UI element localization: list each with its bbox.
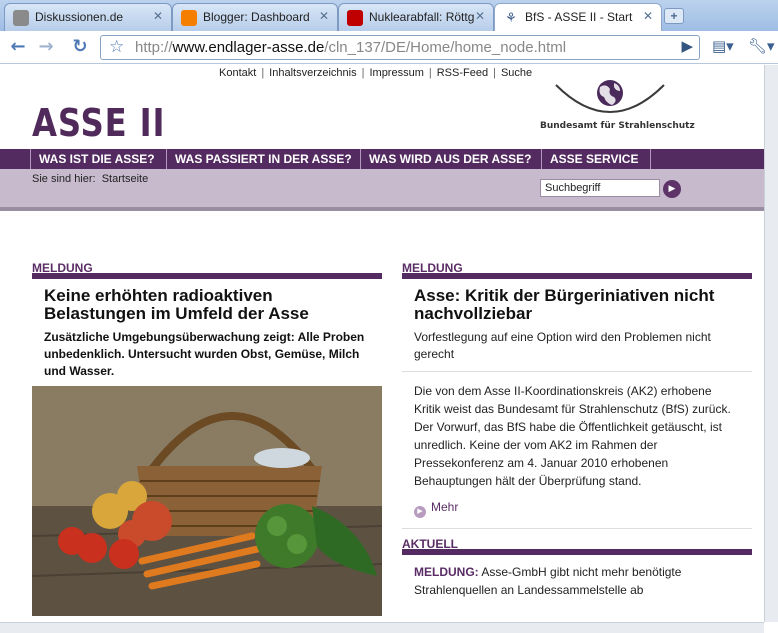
browser-tab-4[interactable]: ⚘ BfS - ASSE II - Start ✕ bbox=[494, 3, 662, 32]
tab-title: BfS - ASSE II - Start bbox=[525, 10, 633, 24]
more-link[interactable]: ▶ Mehr bbox=[402, 490, 752, 529]
news-teaser: Vorfestlegung auf eine Option wird den P… bbox=[402, 323, 752, 372]
meta-link-suche[interactable]: Suche bbox=[501, 67, 532, 79]
page-menu-icon[interactable]: ▤▾ bbox=[712, 37, 734, 55]
browser-toolbar: ← → ↻ ☆ http://www.endlager-asse.de/cln_… bbox=[0, 31, 778, 64]
blogger-icon bbox=[181, 10, 197, 26]
site-logo[interactable]: ASSE II bbox=[32, 101, 165, 145]
search-input[interactable]: Suchbegriff bbox=[540, 179, 660, 197]
close-tab-icon[interactable]: ✕ bbox=[643, 9, 653, 23]
nav-was-ist-die-asse[interactable]: WAS IST DIE ASSE? bbox=[30, 149, 165, 169]
search-submit-icon[interactable]: ▶ bbox=[663, 180, 681, 198]
left-news-column: MELDUNG Keine erhöhten radioaktiven Bela… bbox=[32, 261, 382, 616]
close-tab-icon[interactable]: ✕ bbox=[153, 9, 163, 23]
page-viewport: Kontakt | Inhaltsverzeichnis | Impressum | RSS… bbox=[0, 65, 764, 622]
tab-title: Diskussionen.de bbox=[35, 10, 124, 24]
browser-tab-3[interactable]: Nuklearabfall: Röttg ✕ bbox=[338, 3, 494, 31]
forward-icon[interactable]: → bbox=[34, 36, 58, 58]
browser-tab-strip: Diskussionen.de ✕ Blogger: Dashboard ✕ N… bbox=[0, 0, 778, 32]
go-icon[interactable]: ▶ bbox=[681, 37, 693, 55]
spon-icon bbox=[347, 10, 363, 26]
tab-title: Nuklearabfall: Röttg bbox=[369, 10, 475, 24]
feather-icon bbox=[13, 10, 29, 26]
news-body: Die von dem Asse II-Koordinationskreis (… bbox=[414, 384, 731, 488]
meta-link-impressum[interactable]: Impressum bbox=[369, 67, 423, 79]
aktuell-item[interactable]: MELDUNG: Asse-GmbH gibt nicht mehr benöt… bbox=[402, 555, 752, 599]
section-heading-meldung: MELDUNG bbox=[32, 261, 382, 279]
breadcrumb-bar: Sie sind hier: Startseite Suchbegriff ▶ bbox=[0, 169, 764, 211]
horizontal-scrollbar[interactable] bbox=[0, 622, 764, 633]
agency-name: Bundesamt für Strahlenschutz bbox=[540, 121, 695, 131]
browser-tab-1[interactable]: Diskussionen.de ✕ bbox=[4, 3, 172, 31]
nav-was-passiert[interactable]: WAS PASSIERT IN DER ASSE? bbox=[166, 149, 360, 169]
right-news-column: MELDUNG Asse: Kritik der Bürgeriniativen… bbox=[402, 261, 752, 599]
vertical-scrollbar[interactable] bbox=[764, 65, 778, 622]
url-prefix: http:// bbox=[135, 39, 173, 56]
wrench-icon[interactable]: 🔧︎▾ bbox=[748, 37, 775, 55]
section-heading-aktuell: AKTUELL bbox=[402, 537, 752, 555]
reload-icon[interactable]: ↻ bbox=[68, 36, 92, 58]
browser-tab-2[interactable]: Blogger: Dashboard ✕ bbox=[172, 3, 338, 31]
url-path: /cln_137/DE/Home/home_node.html bbox=[324, 39, 567, 56]
breadcrumb: Sie sind hier: Startseite bbox=[32, 173, 148, 185]
meta-link-rss[interactable]: RSS-Feed bbox=[437, 67, 488, 79]
more-label: Mehr bbox=[431, 500, 459, 514]
meta-link-inhaltsverzeichnis[interactable]: Inhaltsverzeichnis bbox=[269, 67, 356, 79]
meta-link-kontakt[interactable]: Kontakt bbox=[219, 67, 256, 79]
news-teaser: Zusätzliche Umgebungsüberwachung zeigt: … bbox=[44, 330, 365, 378]
bfs-icon: ⚘ bbox=[503, 10, 519, 26]
breadcrumb-current[interactable]: Startseite bbox=[102, 173, 148, 185]
meta-navigation: Kontakt | Inhaltsverzeichnis | Impressum | RSS… bbox=[219, 67, 533, 79]
close-tab-icon[interactable]: ✕ bbox=[475, 9, 485, 23]
arrow-circle-icon: ▶ bbox=[414, 506, 426, 518]
aktuell-label: MELDUNG: bbox=[414, 565, 479, 579]
bfs-globe-logo[interactable] bbox=[554, 79, 666, 119]
tab-title: Blogger: Dashboard bbox=[203, 10, 310, 24]
main-navigation: WAS IST DIE ASSE? WAS PASSIERT IN DER AS… bbox=[0, 149, 764, 169]
section-heading-meldung: MELDUNG bbox=[402, 261, 752, 279]
new-tab-button[interactable]: + bbox=[664, 8, 684, 24]
bookmark-star-icon[interactable]: ☆ bbox=[109, 37, 124, 57]
address-bar[interactable]: ☆ http://www.endlager-asse.de/cln_137/DE… bbox=[100, 35, 700, 60]
news-headline[interactable]: Asse: Kritik der Bürgeriniativen nicht n… bbox=[402, 279, 752, 323]
breadcrumb-label: Sie sind hier: bbox=[32, 173, 96, 185]
news-headline[interactable]: Keine erhöhten radioaktiven Belastungen … bbox=[32, 279, 382, 323]
url-host: www.endlager-asse.de bbox=[172, 39, 325, 56]
produce-basket-photo[interactable] bbox=[32, 386, 382, 616]
nav-asse-service[interactable]: ASSE SERVICE bbox=[541, 149, 651, 169]
nav-was-wird-aus[interactable]: WAS WIRD AUS DER ASSE? bbox=[360, 149, 541, 169]
close-tab-icon[interactable]: ✕ bbox=[319, 9, 329, 23]
back-icon[interactable]: ← bbox=[6, 36, 30, 58]
